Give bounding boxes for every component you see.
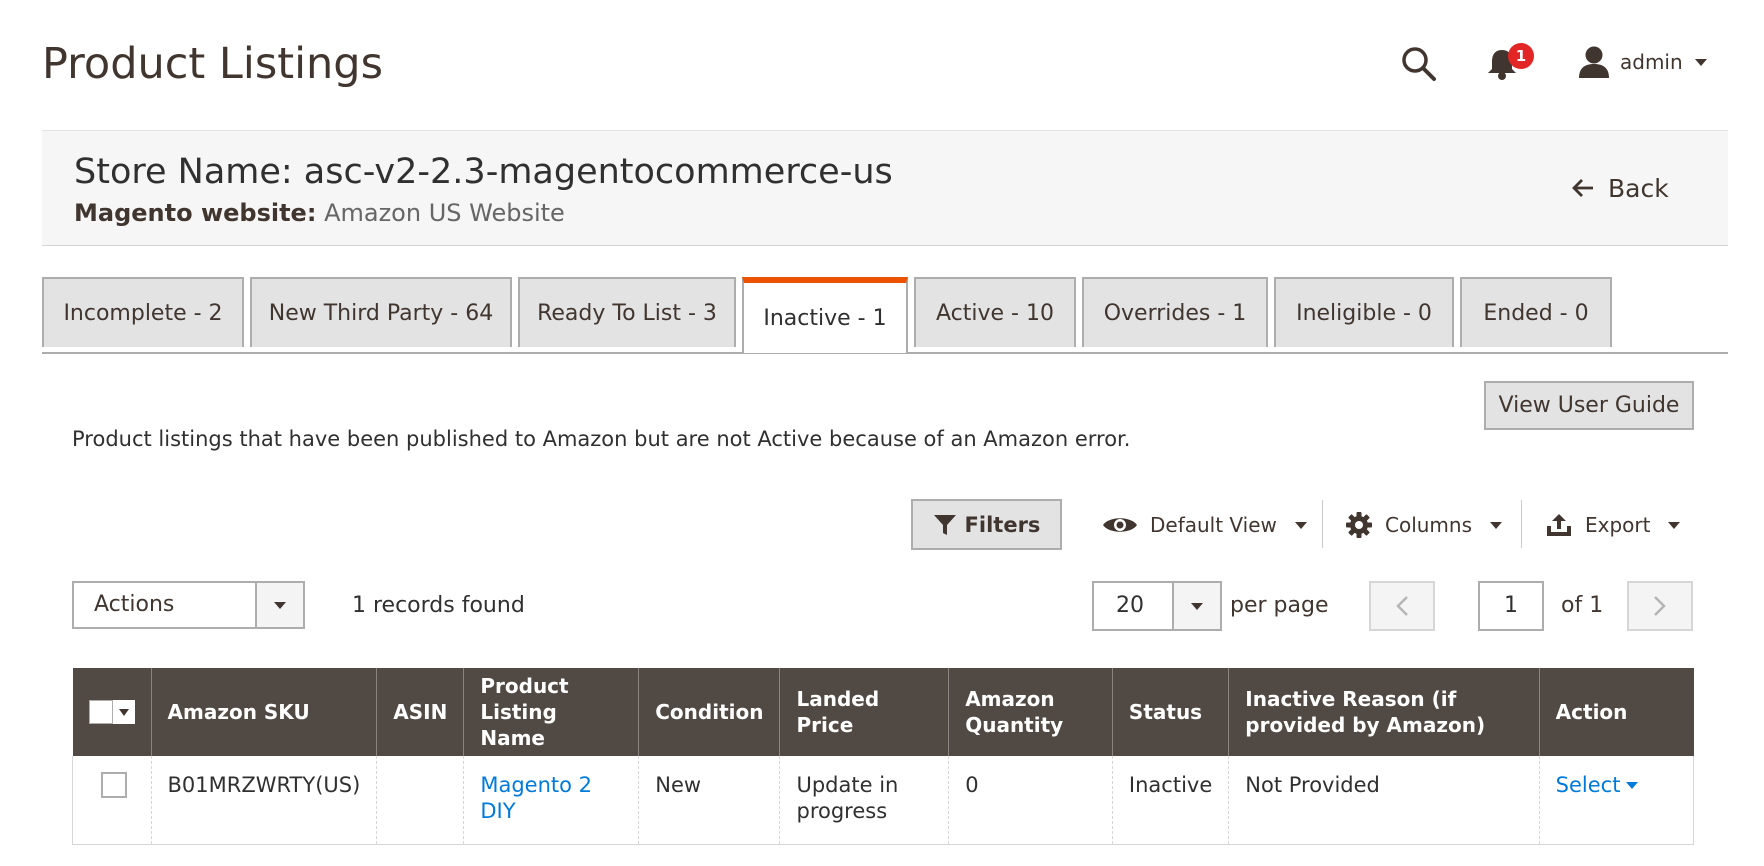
tab-inactive[interactable]: Inactive - 1	[742, 277, 908, 353]
back-label: Back	[1608, 173, 1669, 203]
product-name-link[interactable]: Magento 2 DIY	[480, 773, 592, 823]
magento-website-line: Magento website: Amazon US Website	[74, 197, 565, 229]
per-page-value: 20	[1116, 593, 1144, 618]
col-amazon-sku[interactable]: Amazon SKU	[150, 668, 377, 756]
table-row: B01MRZWRTY(US) Magento 2 DIY New Update …	[72, 756, 1695, 845]
tab-active[interactable]: Active - 10	[914, 277, 1076, 347]
col-product-listing-name[interactable]: Product Listing Name	[463, 668, 639, 756]
chevron-down-icon[interactable]	[255, 583, 303, 627]
cell-sku: B01MRZWRTY(US)	[150, 756, 377, 845]
row-action-label: Select	[1555, 773, 1621, 797]
view-user-guide-button[interactable]: View User Guide	[1484, 381, 1694, 430]
select-all-checkbox[interactable]	[88, 700, 113, 724]
filter-funnel-icon	[933, 514, 956, 535]
filters-label: Filters	[964, 512, 1041, 537]
tab-description: Product listings that have been publishe…	[72, 427, 1131, 451]
per-page-label: per page	[1230, 593, 1329, 618]
records-found: 1 records found	[352, 593, 525, 618]
cell-asin	[376, 756, 464, 845]
gear-icon	[1346, 512, 1372, 538]
magento-website-value: Amazon US Website	[324, 199, 565, 227]
col-landed-price[interactable]: Landed Price	[779, 668, 949, 756]
previous-page-button[interactable]	[1369, 581, 1435, 631]
cell-status: Inactive	[1111, 756, 1229, 845]
export-label: Export	[1585, 513, 1651, 537]
cell-quantity: 0	[948, 756, 1113, 845]
store-name: Store Name: asc-v2-2.3-magentocommerce-u…	[74, 152, 893, 192]
cell-landed-price: Update in progress	[779, 756, 949, 845]
default-view-label: Default View	[1150, 513, 1277, 537]
col-amazon-quantity[interactable]: Amazon Quantity	[948, 668, 1113, 756]
chevron-down-icon	[1668, 521, 1681, 529]
user-avatar-icon[interactable]	[1578, 45, 1610, 79]
chevron-right-icon	[1654, 596, 1666, 616]
page-number-input[interactable]: 1	[1478, 581, 1544, 631]
toolbar-divider	[1322, 500, 1323, 548]
mass-select-header[interactable]	[72, 668, 151, 756]
tab-ineligible[interactable]: Ineligible - 0	[1274, 277, 1454, 347]
notifications-count-badge: 1	[1508, 43, 1534, 69]
columns-dropdown[interactable]: Columns	[1345, 500, 1503, 550]
chevron-down-icon	[1490, 521, 1503, 529]
chevron-down-icon	[1626, 781, 1639, 789]
product-listings-grid: Amazon SKU ASIN Product Listing Name Con…	[72, 668, 1695, 845]
user-menu-name[interactable]: admin	[1620, 48, 1683, 76]
tab-ended[interactable]: Ended - 0	[1460, 277, 1612, 347]
chevron-down-icon	[1294, 521, 1307, 529]
back-button[interactable]: Back	[1572, 170, 1669, 206]
export-dropdown[interactable]: Export	[1545, 500, 1681, 550]
next-page-button[interactable]	[1627, 581, 1693, 631]
tab-incomplete[interactable]: Incomplete - 2	[42, 277, 244, 347]
search-icon[interactable]	[1400, 45, 1438, 83]
grid-header-row: Amazon SKU ASIN Product Listing Name Con…	[72, 668, 1694, 756]
row-action-select[interactable]: Select	[1556, 772, 1677, 798]
arrow-left-icon	[1572, 179, 1593, 197]
page-title: Product Listings	[42, 39, 383, 89]
listing-status-tabs: Incomplete - 2 New Third Party - 64 Read…	[42, 277, 1728, 354]
col-status[interactable]: Status	[1111, 668, 1229, 756]
filters-button[interactable]: Filters	[911, 499, 1062, 550]
cell-action: Select	[1538, 756, 1695, 845]
default-view-dropdown[interactable]: Default View	[1102, 500, 1307, 550]
cell-inactive-reason: Not Provided	[1228, 756, 1540, 845]
col-inactive-reason[interactable]: Inactive Reason (if provided by Amazon)	[1228, 668, 1540, 756]
mass-actions-label: Actions	[94, 592, 175, 617]
columns-label: Columns	[1385, 513, 1473, 537]
col-condition[interactable]: Condition	[638, 668, 780, 756]
row-select-cell	[72, 756, 151, 845]
col-action: Action	[1538, 668, 1694, 756]
cell-condition: New	[638, 756, 780, 845]
user-menu-caret-icon[interactable]	[1695, 59, 1707, 66]
chevron-down-icon[interactable]	[1172, 583, 1220, 629]
tab-overrides[interactable]: Overrides - 1	[1082, 277, 1268, 347]
toolbar-divider	[1521, 500, 1522, 548]
magento-website-label: Magento website:	[74, 199, 317, 227]
cell-name: Magento 2 DIY	[463, 756, 639, 845]
per-page-select[interactable]: 20	[1092, 581, 1222, 631]
page-total: of 1	[1561, 593, 1604, 618]
tab-new-third-party[interactable]: New Third Party - 64	[250, 277, 512, 347]
upload-export-icon	[1547, 514, 1571, 536]
chevron-left-icon	[1396, 596, 1408, 616]
eye-icon	[1103, 518, 1137, 532]
tab-ready-to-list[interactable]: Ready To List - 3	[518, 277, 736, 347]
mass-actions-dropdown[interactable]: Actions	[72, 581, 305, 629]
chevron-down-icon[interactable]	[112, 700, 135, 724]
col-asin[interactable]: ASIN	[376, 668, 464, 756]
row-checkbox[interactable]	[101, 772, 127, 798]
